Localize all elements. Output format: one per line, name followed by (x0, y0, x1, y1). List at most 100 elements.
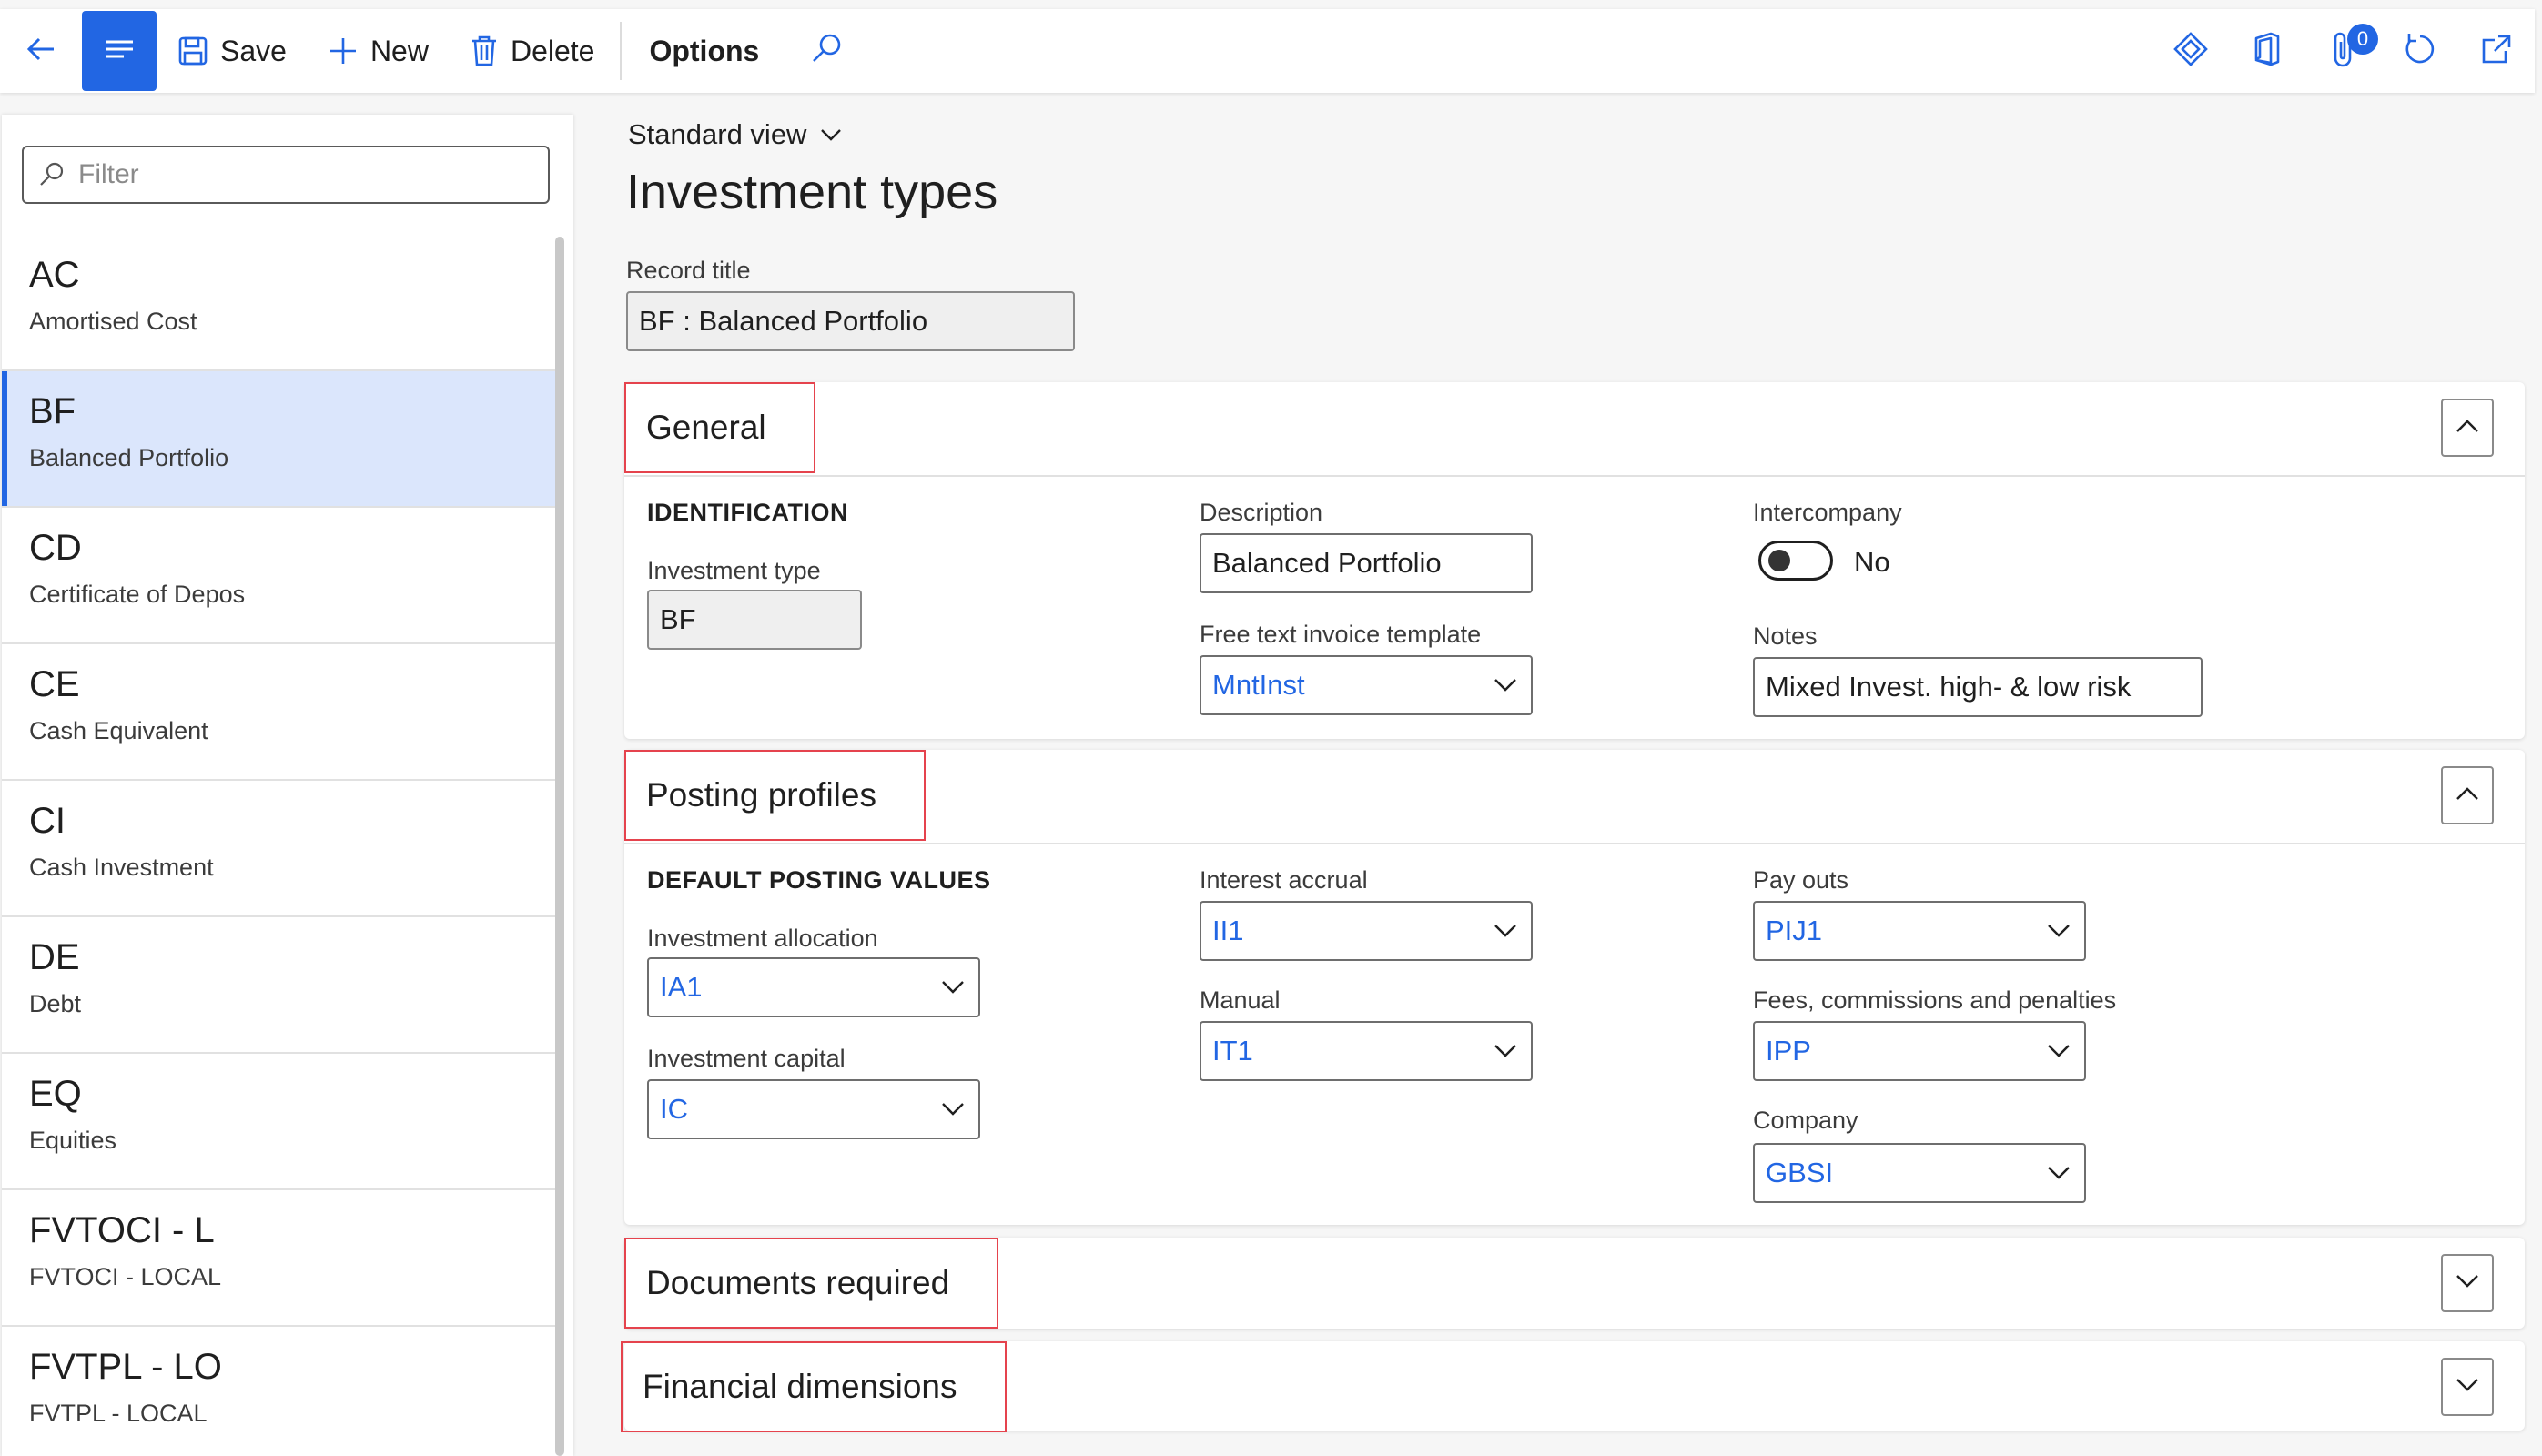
manual-value: IT1 (1212, 1035, 1253, 1067)
pay-outs-value: PIJ1 (1766, 915, 1823, 946)
list-item-description: Cash Equivalent (29, 717, 208, 744)
open-new-window-button[interactable] (2458, 9, 2535, 93)
filter-input[interactable] (76, 158, 517, 191)
save-icon (177, 35, 209, 67)
intercompany-toggle[interactable] (1758, 541, 1833, 581)
delete-button[interactable]: Delete (449, 9, 615, 93)
financial-dimensions-section: Financial dimensions (621, 1341, 2525, 1432)
office-icon (2251, 31, 2284, 72)
list-item-code: EQ (29, 1074, 82, 1114)
free-text-invoice-template-select[interactable]: MntInst (1200, 655, 1533, 715)
new-label: New (370, 34, 429, 67)
list-item[interactable]: EQ Equities (2, 1054, 557, 1190)
fees-commissions-penalties-value: IPP (1766, 1035, 1811, 1067)
search-button[interactable] (781, 9, 872, 93)
interest-accrual-select[interactable]: II1 (1200, 901, 1533, 961)
list-item[interactable]: AC Amortised Cost (2, 235, 557, 371)
list-scrollbar[interactable] (555, 237, 564, 1456)
delete-label: Delete (510, 34, 595, 67)
documents-required-section-header[interactable]: Documents required (624, 1238, 2525, 1329)
investment-capital-select[interactable]: IC (647, 1079, 980, 1139)
expand-button[interactable] (2441, 1358, 2494, 1416)
chevron-up-icon (2455, 418, 2480, 439)
financial-dimensions-section-header[interactable]: Financial dimensions (621, 1341, 2525, 1432)
section-divider (624, 475, 2525, 477)
list-item-code: FVTPL - LO (29, 1347, 222, 1387)
notes-label: Notes (1753, 622, 1818, 650)
section-divider (624, 843, 2525, 844)
manual-select[interactable]: IT1 (1200, 1021, 1533, 1081)
investment-type-label: Investment type (647, 557, 821, 584)
posting-profiles-section-header[interactable]: Posting profiles (624, 750, 2525, 841)
intercompany-label: Intercompany (1753, 499, 1902, 526)
menu-button[interactable] (82, 11, 157, 91)
chevron-down-icon (2046, 1163, 2071, 1181)
list-item[interactable]: CD Certificate of Depos (2, 508, 557, 644)
general-section: General IDENTIFICATION Investment type B… (624, 382, 2525, 739)
posting-profiles-section: Posting profiles DEFAULT POSTING VALUES … (624, 750, 2525, 1225)
options-button[interactable]: Options (627, 9, 781, 93)
record-title-label: Record title (626, 257, 751, 284)
investment-allocation-value: IA1 (660, 971, 703, 1003)
action-pane: Save New Delete Options 0 (0, 9, 2535, 93)
chevron-down-icon (940, 977, 966, 996)
chevron-down-icon (940, 1099, 966, 1117)
fees-commissions-penalties-select[interactable]: IPP (1753, 1021, 2086, 1081)
list-item[interactable]: CE Cash Equivalent (2, 644, 557, 781)
free-text-invoice-template-value: MntInst (1212, 669, 1305, 701)
free-text-invoice-template-label: Free text invoice template (1200, 621, 1482, 648)
list-item[interactable]: CI Cash Investment (2, 781, 557, 917)
list-item-description: Certificate of Depos (29, 581, 246, 608)
list-item[interactable]: DE Debt (2, 917, 557, 1054)
diamond-icon (2172, 31, 2209, 72)
investment-allocation-select[interactable]: IA1 (647, 957, 980, 1017)
investment-type-field: BF (647, 590, 862, 650)
general-section-title: General (624, 382, 815, 473)
notes-input[interactable]: Mixed Invest. high- & low risk (1753, 657, 2203, 717)
collapse-button[interactable] (2441, 766, 2494, 824)
list-item-description: Balanced Portfolio (29, 444, 229, 471)
plus-icon (327, 35, 360, 67)
description-input[interactable]: Balanced Portfolio (1200, 533, 1533, 593)
record-list: AC Amortised Cost BF Balanced Portfolio … (2, 235, 557, 1456)
pop-out-icon (2478, 31, 2515, 72)
investment-allocation-label: Investment allocation (647, 925, 878, 952)
list-item-description: Debt (29, 990, 82, 1017)
collapse-button[interactable] (2441, 399, 2494, 457)
company-value: GBSI (1766, 1157, 1834, 1188)
view-selector[interactable]: Standard view (628, 118, 843, 151)
attachments-count-badge: 0 (2347, 24, 2378, 55)
investment-capital-label: Investment capital (647, 1045, 846, 1072)
back-button[interactable] (0, 9, 82, 93)
save-button[interactable]: Save (157, 9, 307, 93)
list-item-code: CE (29, 664, 80, 704)
expand-button[interactable] (2441, 1254, 2494, 1312)
chevron-down-icon (1493, 921, 1518, 939)
identification-group-label: IDENTIFICATION (647, 499, 848, 526)
list-item-selected[interactable]: BF Balanced Portfolio (2, 371, 557, 508)
new-button[interactable]: New (307, 9, 449, 93)
office-button[interactable] (2229, 9, 2305, 93)
pay-outs-select[interactable]: PIJ1 (1753, 901, 2086, 961)
filter-field[interactable] (22, 146, 550, 204)
documents-required-section: Documents required (624, 1238, 2525, 1329)
company-select[interactable]: GBSI (1753, 1143, 2086, 1203)
list-item[interactable]: FVTOCI - L FVTOCI - LOCAL (2, 1190, 557, 1327)
save-label: Save (220, 34, 287, 67)
general-section-header[interactable]: General (624, 382, 2525, 473)
toolbar-divider (620, 22, 623, 80)
chevron-down-icon (1493, 1041, 1518, 1059)
list-item-description: Amortised Cost (29, 308, 197, 335)
power-apps-button[interactable] (2152, 9, 2229, 93)
list-item[interactable]: FVTPL - LO FVTPL - LOCAL (2, 1327, 557, 1456)
toolbar-right-icons: 0 (2152, 9, 2535, 93)
company-label: Company (1753, 1107, 1858, 1134)
documents-required-section-title: Documents required (624, 1238, 999, 1329)
view-selector-label: Standard view (628, 118, 807, 150)
interest-accrual-value: II1 (1212, 915, 1244, 946)
attachments-button[interactable]: 0 (2305, 9, 2382, 93)
manual-label: Manual (1200, 986, 1281, 1014)
back-arrow-icon (23, 31, 59, 72)
refresh-button[interactable] (2382, 9, 2458, 93)
list-item-description: FVTOCI - LOCAL (29, 1263, 222, 1290)
